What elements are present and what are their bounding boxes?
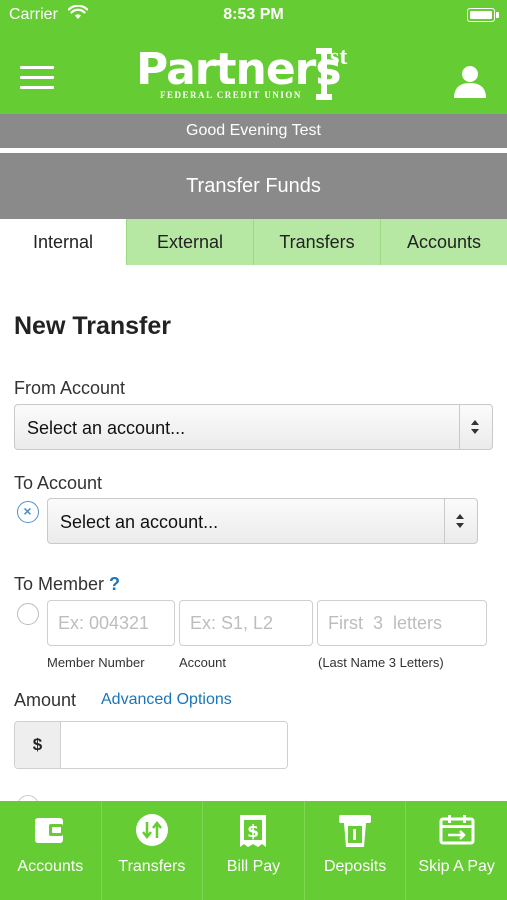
logo-subtitle: FEDERAL CREDIT UNION — [160, 90, 302, 100]
section-heading: New Transfer — [14, 312, 172, 340]
from-account-label: From Account — [14, 378, 126, 398]
from-account-value: Select an account... — [27, 418, 186, 438]
svg-text:$: $ — [248, 822, 260, 842]
member-account-input[interactable] — [179, 600, 313, 646]
currency-addon: $ — [15, 722, 61, 768]
account-caption: Account — [179, 655, 226, 670]
nav-accounts-label: Accounts — [17, 858, 84, 875]
battery-icon — [467, 8, 499, 22]
advanced-options-link[interactable]: Advanced Options — [101, 691, 232, 709]
wallet-icon — [33, 813, 67, 852]
help-icon[interactable]: ? — [109, 574, 120, 594]
tab-internal[interactable]: Internal — [0, 219, 126, 265]
hamburger-menu-icon[interactable] — [20, 66, 54, 90]
to-account-select[interactable]: Select an account... — [47, 498, 478, 544]
user-profile-icon[interactable] — [452, 64, 488, 98]
deposit-check-icon — [338, 813, 372, 854]
nav-transfers-label: Transfers — [118, 858, 186, 875]
to-member-radio[interactable] — [17, 603, 39, 625]
nav-skip-a-pay[interactable]: Skip A Pay — [405, 801, 507, 900]
bill-icon: $ — [236, 813, 270, 854]
partners-1st-logo: Partners st FEDERAL CREDIT UNION — [136, 44, 376, 102]
page-title: Transfer Funds — [0, 153, 507, 219]
nav-deposits-label: Deposits — [323, 858, 387, 875]
to-account-radio[interactable]: × — [17, 501, 39, 523]
select-arrows-icon — [444, 499, 477, 543]
bottom-nav: Accounts Transfers $ Bill Pay Deposits S… — [0, 801, 507, 900]
from-account-select[interactable]: Select an account... — [14, 404, 493, 450]
greeting-bar: Good Evening Test — [0, 114, 507, 148]
last-name-caption: (Last Name 3 Letters) — [318, 655, 444, 670]
nav-deposits[interactable]: Deposits — [303, 801, 406, 900]
transfer-tabs: Internal External Transfers Accounts — [0, 219, 507, 265]
amount-input-group: $ — [14, 721, 288, 769]
nav-bill-pay[interactable]: $ Bill Pay — [202, 801, 304, 900]
nav-bill-pay-label: Bill Pay — [226, 858, 281, 875]
nav-transfers[interactable]: Transfers — [100, 801, 203, 900]
tab-accounts[interactable]: Accounts — [380, 219, 507, 265]
to-member-label: To Member ? — [14, 574, 120, 595]
to-member-text: To Member — [14, 574, 105, 594]
amount-input[interactable] — [61, 722, 287, 768]
member-number-caption: Member Number — [47, 655, 145, 670]
member-number-input[interactable] — [47, 600, 175, 646]
app-header: Carrier 8:53 PM Partners st FEDERAL CRED… — [0, 0, 507, 114]
status-bar: Carrier 8:53 PM — [0, 0, 507, 30]
tab-transfers[interactable]: Transfers — [253, 219, 380, 265]
amount-label: Amount — [14, 690, 77, 710]
logo-wordmark: Partners — [136, 44, 342, 95]
logo-superscript: st — [330, 44, 348, 70]
nav-skip-a-pay-label: Skip A Pay — [418, 858, 495, 875]
clock: 8:53 PM — [223, 6, 284, 23]
tab-external[interactable]: External — [126, 219, 253, 265]
radio-check-icon: × — [23, 503, 32, 519]
nav-accounts[interactable]: Accounts — [0, 801, 101, 900]
select-arrows-icon — [459, 405, 492, 449]
calendar-skip-icon — [439, 813, 475, 852]
to-account-label: To Account — [14, 473, 103, 493]
last-name-input[interactable] — [317, 600, 487, 646]
to-account-value: Select an account... — [60, 512, 219, 532]
transfer-arrows-icon — [135, 813, 169, 852]
